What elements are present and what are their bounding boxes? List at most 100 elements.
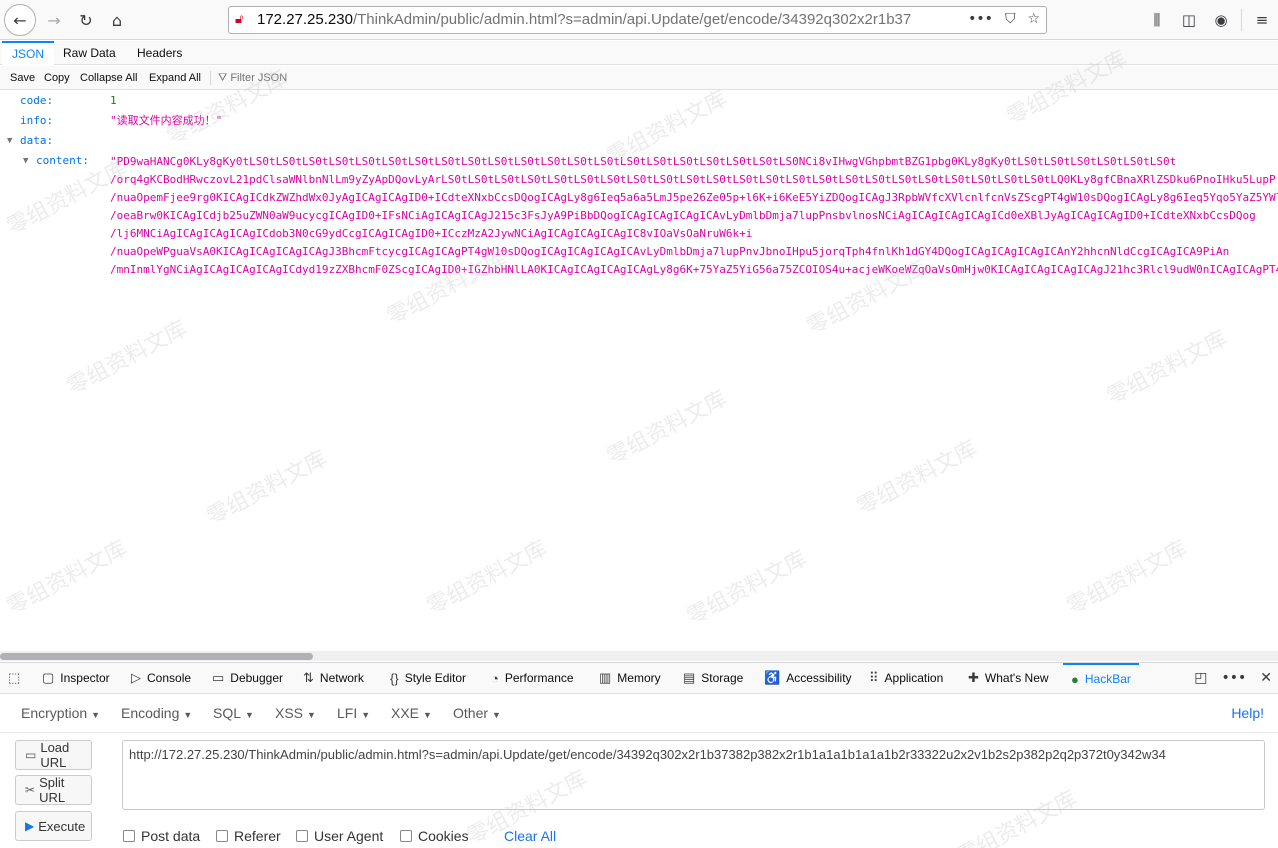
watermark: 零组资料文库: [203, 446, 332, 531]
forward-button[interactable]: →: [38, 4, 70, 36]
tab-whats-new[interactable]: ✚ What's New: [968, 663, 1049, 693]
expand-triangle-icon[interactable]: ▼: [7, 131, 12, 151]
reload-button[interactable]: ↻: [70, 4, 102, 36]
menu-other[interactable]: Other ▼: [453, 705, 501, 721]
tab-network[interactable]: ⇅ Network: [303, 663, 364, 693]
tab-label: Debugger: [230, 671, 284, 685]
load-url-button[interactable]: ▭ Load URL: [15, 740, 92, 770]
address-bar[interactable]: 🔓︎ 172.27.25.230/ThinkAdmin/public/admin…: [228, 6, 1047, 34]
style-editor-icon: {}: [390, 670, 399, 686]
tab-application[interactable]: ⠿ Application: [869, 663, 943, 693]
menu-label: LFI: [337, 705, 358, 721]
insecure-lock-icon[interactable]: 🔓︎: [235, 12, 251, 28]
accessibility-icon: ♿: [764, 670, 781, 685]
scrollbar-thumb[interactable]: [0, 653, 313, 660]
tab-raw-data[interactable]: Raw Data: [53, 41, 126, 65]
back-button[interactable]: ←: [4, 4, 36, 36]
memory-icon: ▥: [599, 670, 612, 685]
tab-accessibility[interactable]: ♿ Accessibility: [764, 663, 852, 693]
checkbox[interactable]: [296, 830, 308, 842]
help-link[interactable]: Help!: [1231, 705, 1264, 721]
tab-memory[interactable]: ▥ Memory: [599, 663, 661, 693]
debugger-icon: ▭: [212, 670, 225, 685]
tab-storage[interactable]: ▤ Storage: [683, 663, 743, 693]
json-key: content:: [36, 154, 89, 167]
user-agent-checkbox[interactable]: User Agent: [296, 828, 383, 844]
menu-label: Encoding: [121, 705, 180, 721]
content-line: /orq4gKCBodHRwczovL21pdClsaWNlbnNlLm9yZy…: [110, 173, 1276, 186]
checkbox-label: Cookies: [418, 828, 469, 844]
execute-button[interactable]: ▶ Execute: [15, 811, 92, 841]
expand-all-button[interactable]: Expand All: [149, 66, 201, 90]
network-icon: ⇅: [303, 670, 314, 685]
url-text[interactable]: 172.27.25.230/ThinkAdmin/public/admin.ht…: [257, 11, 969, 28]
menu-label: XXE: [391, 705, 420, 721]
tab-debugger[interactable]: ▭ Debugger: [212, 663, 283, 693]
element-picker-icon: ⬚: [8, 670, 21, 685]
library-icon[interactable]: ⫼: [1141, 4, 1173, 36]
menu-xxe[interactable]: XXE ▼: [391, 705, 432, 721]
load-icon: ▭: [25, 748, 37, 762]
navigation-toolbar: ← → ↻ ⌂ 🔓︎ 172.27.25.230/ThinkAdmin/publ…: [0, 0, 1278, 40]
post-data-checkbox[interactable]: Post data: [123, 828, 200, 844]
tab-json[interactable]: JSON: [2, 41, 55, 65]
watermark: 零组资料文库: [1063, 536, 1192, 621]
content-line: "PD9waHANCg0KLy8gKy0tLS0tLS0tLS0tLS0tLS0…: [110, 155, 1177, 168]
cookies-checkbox[interactable]: Cookies: [400, 828, 469, 844]
account-icon[interactable]: ◉: [1205, 4, 1237, 36]
star-icon[interactable]: ☆: [1027, 11, 1040, 27]
watermark: 零组资料文库: [3, 536, 132, 621]
tab-label: Application: [884, 671, 944, 685]
content-line: /lj6MNCiAgICAgICAgICAgICdob3N0cG9ydCcgIC…: [110, 227, 753, 240]
url-textarea[interactable]: http://172.27.25.230/ThinkAdmin/public/a…: [122, 740, 1265, 810]
dock-icon[interactable]: ◰: [1194, 670, 1207, 686]
element-picker-button[interactable]: ⬚: [8, 663, 20, 693]
filter-json-input[interactable]: ⛛ Filter JSON: [218, 66, 287, 90]
tab-label: Memory: [617, 671, 661, 685]
tab-hackbar[interactable]: ● HackBar: [1063, 663, 1139, 693]
close-icon[interactable]: ✕: [1260, 670, 1272, 686]
menu-lfi[interactable]: LFI ▼: [337, 705, 370, 721]
console-icon: ▷: [131, 670, 141, 685]
hamburger-menu-icon[interactable]: ≡: [1246, 4, 1278, 36]
collapse-all-button[interactable]: Collapse All: [80, 66, 137, 90]
more-dots-icon[interactable]: •••: [1221, 670, 1246, 686]
json-viewer-tabs: JSON Raw Data Headers: [0, 41, 1278, 65]
copy-button[interactable]: Copy: [44, 66, 70, 90]
save-button[interactable]: Save: [10, 66, 35, 90]
tab-performance[interactable]: ◔ Performance: [491, 663, 574, 693]
menu-encryption[interactable]: Encryption ▼: [21, 705, 100, 721]
pocket-icon[interactable]: ⛉: [1005, 11, 1016, 27]
checkbox[interactable]: [400, 830, 412, 842]
arrow-left-icon: ←: [13, 10, 27, 30]
split-url-button[interactable]: ✂ Split URL: [15, 775, 92, 805]
watermark: 零组资料文库: [63, 316, 192, 401]
content-value: "PD9waHANCg0KLy8gKy0tLS0tLS0tLS0tLS0tLS0…: [110, 153, 1278, 279]
tab-headers[interactable]: Headers: [127, 41, 192, 65]
more-dots-icon[interactable]: •••: [968, 11, 993, 27]
menu-label: Other: [453, 705, 489, 721]
json-value: "读取文件内容成功！": [110, 114, 223, 127]
tab-label: Storage: [701, 671, 744, 685]
hackbar-menu: Encryption ▼ Encoding ▼ SQL ▼ XSS ▼ LFI ▼ XXE…: [0, 695, 1278, 733]
button-label: Split URL: [39, 775, 66, 805]
tab-style-editor[interactable]: {} Style Editor: [390, 663, 466, 693]
tab-console[interactable]: ▷ Console: [131, 663, 191, 693]
referer-checkbox[interactable]: Referer: [216, 828, 281, 844]
tab-label: What's New: [984, 671, 1049, 685]
expand-triangle-icon[interactable]: ▼: [23, 151, 28, 171]
menu-xss[interactable]: XSS ▼: [275, 705, 316, 721]
checkbox[interactable]: [216, 830, 228, 842]
home-button[interactable]: ⌂: [101, 4, 133, 36]
play-icon: ▶: [25, 819, 35, 833]
checkbox[interactable]: [123, 830, 135, 842]
sidebar-icon[interactable]: ◫: [1173, 4, 1205, 36]
tab-label: Console: [147, 671, 192, 685]
horizontal-scrollbar[interactable]: [0, 651, 1278, 661]
menu-label: SQL: [213, 705, 242, 721]
clear-all-link[interactable]: Clear All: [504, 828, 556, 844]
scissors-icon: ✂: [25, 783, 36, 797]
menu-sql[interactable]: SQL ▼: [213, 705, 254, 721]
tab-inspector[interactable]: ▢ Inspector: [42, 663, 110, 693]
menu-encoding[interactable]: Encoding ▼: [121, 705, 192, 721]
